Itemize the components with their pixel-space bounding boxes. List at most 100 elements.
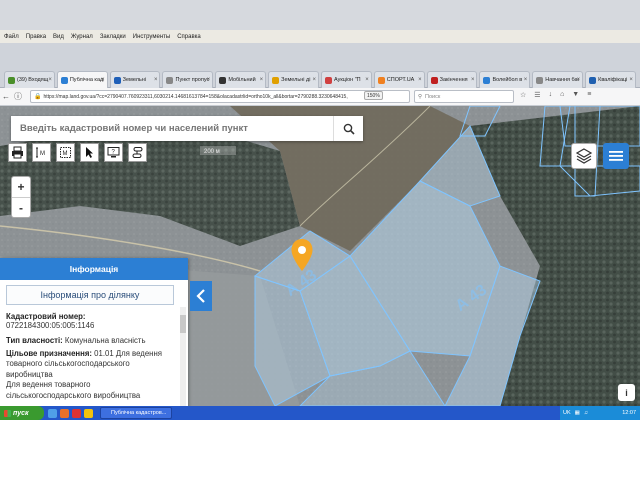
tab-close-icon[interactable]: × bbox=[365, 77, 369, 83]
tab-close-icon[interactable]: × bbox=[629, 77, 633, 83]
tab-close-icon[interactable]: × bbox=[154, 77, 158, 83]
browser-tab[interactable]: Волейбол в × bbox=[479, 71, 531, 88]
tab-favicon-icon bbox=[219, 76, 227, 84]
select-pointer-button[interactable] bbox=[80, 143, 99, 162]
map-view[interactable]: А 43 А 43 200 м Введіть кадастровий номе… bbox=[0, 106, 640, 406]
cadastral-search-input[interactable] bbox=[11, 116, 333, 141]
measure-length-button[interactable]: M bbox=[32, 143, 51, 162]
firefox-icon[interactable] bbox=[60, 408, 69, 418]
tab-title: (39) Входящ bbox=[17, 77, 49, 83]
info-circle-icon[interactable]: ⓘ bbox=[12, 91, 24, 102]
cursor-arrow-icon bbox=[86, 147, 93, 158]
browser-tab[interactable]: Аукціон "П × bbox=[320, 71, 372, 88]
menu-item[interactable]: Справка bbox=[177, 34, 201, 40]
monitor-question-icon: ? bbox=[107, 147, 120, 158]
info-scrollbar-thumb[interactable] bbox=[180, 315, 186, 333]
print-button[interactable] bbox=[8, 143, 27, 162]
menu-item[interactable]: Вид bbox=[53, 34, 64, 40]
menu-item[interactable]: Журнал bbox=[71, 34, 93, 40]
route-icon bbox=[132, 147, 143, 158]
home-icon[interactable]: ⌂ bbox=[560, 91, 564, 99]
hamburger-icon bbox=[609, 151, 623, 161]
tab-close-icon[interactable]: × bbox=[48, 77, 52, 83]
cadastral-number-label: Кадастровий номер: bbox=[6, 312, 86, 321]
navigation-bar: ← ⓘ 🔒 https://map.land.gov.ua/?cc=279040… bbox=[0, 88, 640, 106]
tab-favicon-icon bbox=[60, 76, 68, 84]
menu-item[interactable]: Файл bbox=[4, 34, 19, 40]
tab-title: Закінчення bbox=[439, 77, 468, 83]
browser-tab[interactable]: Кваліфікаці × bbox=[585, 71, 636, 88]
identify-info-button[interactable]: ? bbox=[104, 143, 123, 162]
browser-tab[interactable]: Закінчення × bbox=[426, 71, 478, 88]
measure-area-icon: M bbox=[60, 147, 71, 158]
lock-icon: 🔒 bbox=[34, 94, 42, 100]
screen: Файл Правка Вид Журнал Закладки Инструменты Сп… bbox=[0, 0, 640, 420]
url-text: https://map.land.gov.ua/?cc=2790407.7609… bbox=[43, 93, 348, 100]
browser-tab[interactable]: Мобільний × bbox=[215, 71, 267, 88]
tab-close-icon[interactable]: × bbox=[207, 77, 211, 83]
layers-button[interactable] bbox=[571, 143, 597, 169]
tab-close-icon[interactable]: × bbox=[471, 77, 475, 83]
search-icon: ⚲ bbox=[418, 93, 423, 100]
language-indicator[interactable]: UK bbox=[563, 410, 571, 416]
main-menu-button[interactable] bbox=[603, 143, 629, 169]
browser-tab[interactable]: Земельні ді × bbox=[268, 71, 319, 88]
tab-close-icon[interactable]: × bbox=[577, 77, 581, 83]
quick-launch bbox=[48, 408, 93, 418]
pocket-icon[interactable]: ▼ bbox=[572, 91, 579, 99]
browser-tab[interactable]: Публічна кадастрова карта× bbox=[56, 71, 108, 88]
tab-title: Аукціон "П bbox=[333, 77, 361, 83]
map-search-button[interactable] bbox=[333, 116, 363, 141]
ownership-value: Комунальна власність bbox=[64, 335, 146, 345]
tab-title: Публічна кадастрова карта bbox=[69, 77, 104, 83]
network-icon[interactable]: ▦ bbox=[575, 410, 580, 416]
tab-favicon-icon bbox=[536, 76, 544, 84]
reader-list-icon[interactable]: ☰ bbox=[534, 91, 540, 99]
menu-item[interactable]: Инструменты bbox=[133, 34, 170, 40]
browser-search-input[interactable]: ⚲ Поиск bbox=[414, 90, 514, 103]
start-button[interactable]: пуск bbox=[0, 406, 44, 420]
parcel-info-title: Інформація про ділянку bbox=[6, 285, 174, 305]
volume-icon[interactable]: ♫ bbox=[584, 410, 588, 416]
menu-item[interactable]: Правка bbox=[26, 34, 46, 40]
map-search-panel bbox=[11, 116, 363, 141]
tab-close-icon[interactable]: × bbox=[260, 77, 264, 83]
ownership-label: Тип власності: bbox=[6, 335, 63, 345]
tab-close-icon[interactable]: × bbox=[524, 77, 528, 83]
browser-tab[interactable]: Земельні × bbox=[109, 71, 161, 88]
browser-tab[interactable]: (39) Входящ × bbox=[4, 71, 55, 88]
opera-icon[interactable] bbox=[72, 408, 81, 418]
tab-favicon-icon bbox=[272, 76, 280, 84]
tab-close-icon[interactable]: × bbox=[312, 77, 316, 83]
tab-title: СПОРТ.UA bbox=[386, 77, 415, 83]
chrome-icon[interactable] bbox=[84, 408, 93, 418]
tab-close-icon[interactable]: × bbox=[418, 77, 422, 83]
taskbar-item-firefox[interactable]: Публічна кадастров... bbox=[100, 407, 172, 419]
clock[interactable]: 12:07 bbox=[622, 410, 636, 416]
measure-area-button[interactable]: M bbox=[56, 143, 75, 162]
url-bar[interactable]: 🔒 https://map.land.gov.ua/?cc=2790407.76… bbox=[30, 90, 410, 103]
hamburger-menu-icon[interactable]: ≡ bbox=[587, 91, 591, 99]
zoom-level-badge[interactable]: 150% bbox=[364, 91, 383, 100]
browser-search-placeholder: Поиск bbox=[425, 93, 441, 100]
map-info-button[interactable]: i bbox=[618, 384, 635, 401]
route-button[interactable] bbox=[128, 143, 147, 162]
browser-tab[interactable]: Навчання баскет× bbox=[532, 71, 584, 88]
tab-title: Волейбол в bbox=[492, 77, 523, 83]
tab-close-icon[interactable]: × bbox=[101, 77, 105, 83]
collapse-panel-button[interactable] bbox=[190, 281, 212, 311]
parcel-info-panel: Інформація Інформація про ділянку Кадаст… bbox=[0, 258, 188, 406]
tabs-container: (39) Входящ×Публічна кадастрова карта×Зе… bbox=[4, 71, 636, 88]
star-icon[interactable]: ☆ bbox=[520, 91, 526, 99]
back-icon[interactable]: ← bbox=[0, 92, 12, 101]
browser-tab[interactable]: СПОРТ.UA × bbox=[373, 71, 425, 88]
download-icon[interactable]: ↓ bbox=[549, 91, 553, 99]
menu-item[interactable]: Закладки bbox=[100, 34, 126, 40]
desktop-icon[interactable] bbox=[48, 408, 57, 418]
zoom-in-button[interactable]: + bbox=[12, 177, 30, 197]
start-label: пуск bbox=[13, 409, 29, 417]
info-scrollbar[interactable] bbox=[180, 307, 186, 406]
browser-tab[interactable]: Пункт пропуску× bbox=[162, 71, 214, 88]
zoom-out-button[interactable]: - bbox=[12, 197, 30, 217]
location-pin-icon[interactable] bbox=[290, 238, 314, 272]
